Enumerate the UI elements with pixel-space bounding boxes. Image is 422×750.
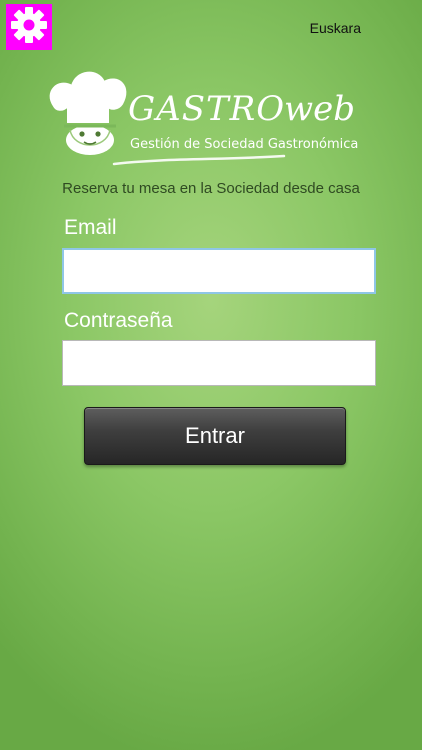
tagline: Reserva tu mesa en la Sociedad desde cas… xyxy=(62,180,360,197)
logo-subtitle: Gestión de Sociedad Gastronómica xyxy=(130,137,358,152)
logo-brand-web: web xyxy=(284,89,355,129)
login-button[interactable]: Entrar xyxy=(84,407,346,465)
logo-brand-main: GASTRO xyxy=(128,89,285,129)
settings-button[interactable] xyxy=(6,4,52,50)
password-field[interactable] xyxy=(62,340,376,386)
gear-icon xyxy=(8,4,50,51)
chef-hat-icon xyxy=(49,71,127,155)
password-label: Contraseña xyxy=(64,309,173,332)
app-logo: GASTRO web Gestión de Sociedad Gastronóm… xyxy=(44,66,378,166)
language-link[interactable]: Euskara xyxy=(310,20,361,36)
email-field[interactable] xyxy=(62,248,376,294)
email-label: Email xyxy=(64,216,117,239)
